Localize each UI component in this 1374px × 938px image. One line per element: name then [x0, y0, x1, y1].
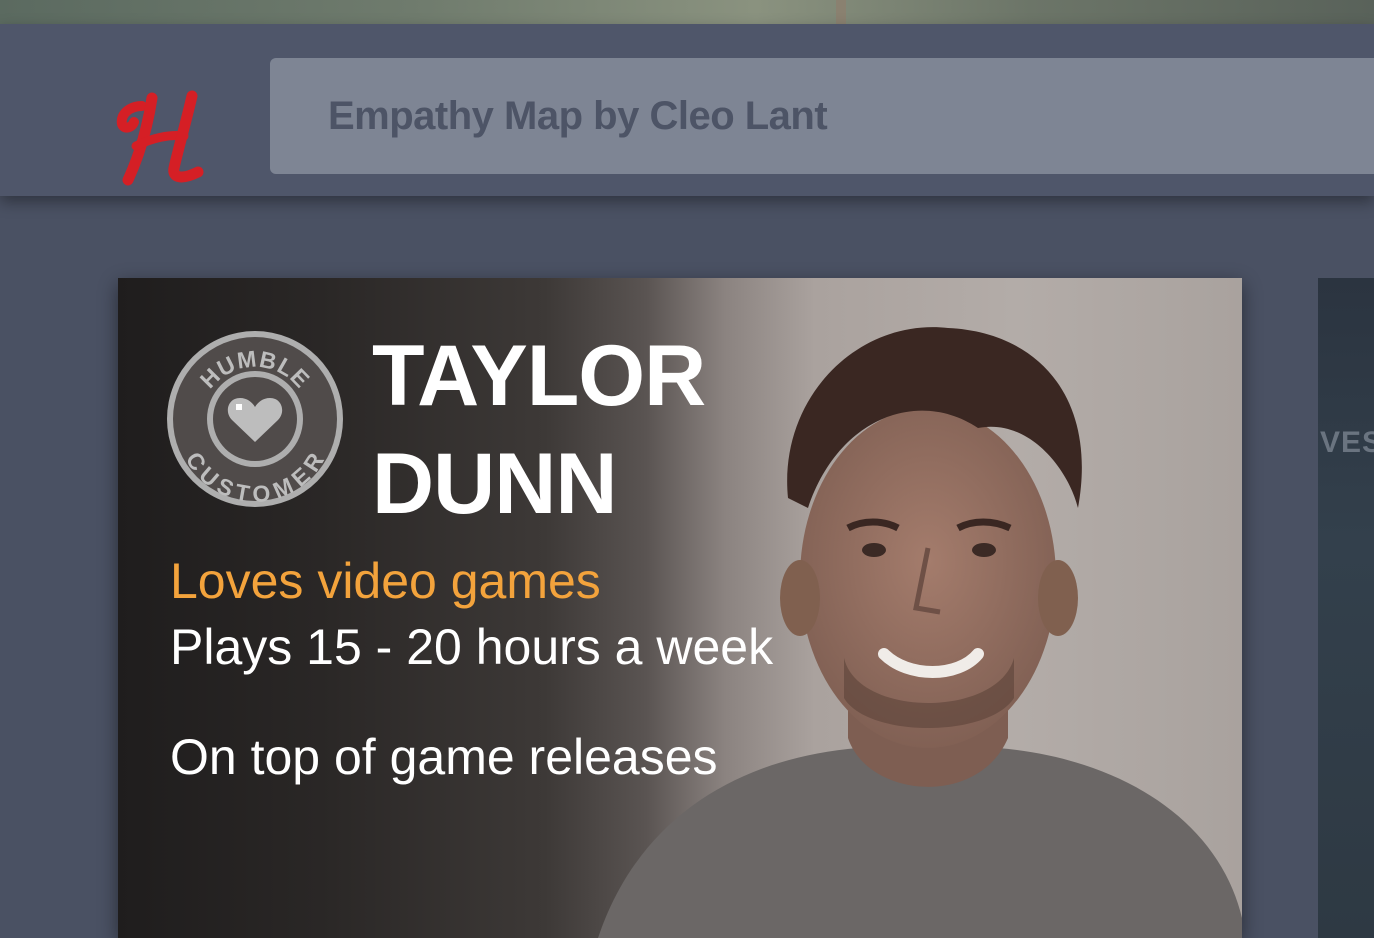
humble-logo-icon[interactable]	[112, 84, 212, 194]
persona-last-name: DUNN	[372, 436, 617, 532]
persona-card[interactable]: HUMBLE CUSTOMER TAYLOR DUNN Loves video …	[118, 278, 1242, 938]
persona-first-name: TAYLOR	[372, 328, 706, 424]
next-card-partial-text: VESC	[1320, 426, 1374, 459]
search-bar[interactable]: Empathy Map by Cleo Lant	[270, 58, 1374, 174]
persona-tagline: Loves video games	[170, 553, 601, 609]
persona-fact-hours: Plays 15 - 20 hours a week	[170, 619, 774, 675]
search-bar-text: Empathy Map by Cleo Lant	[328, 93, 828, 138]
site-header: Empathy Map by Cleo Lant	[0, 24, 1374, 196]
background-image-strip	[0, 0, 1374, 24]
content-area: HUMBLE CUSTOMER TAYLOR DUNN Loves video …	[0, 196, 1374, 938]
background-post	[836, 0, 846, 24]
humble-customer-badge: HUMBLE CUSTOMER	[167, 331, 343, 507]
persona-name: TAYLOR DUNN	[372, 322, 706, 538]
next-persona-card[interactable]: VESC	[1318, 278, 1374, 938]
persona-fact-releases: On top of game releases	[170, 729, 718, 785]
